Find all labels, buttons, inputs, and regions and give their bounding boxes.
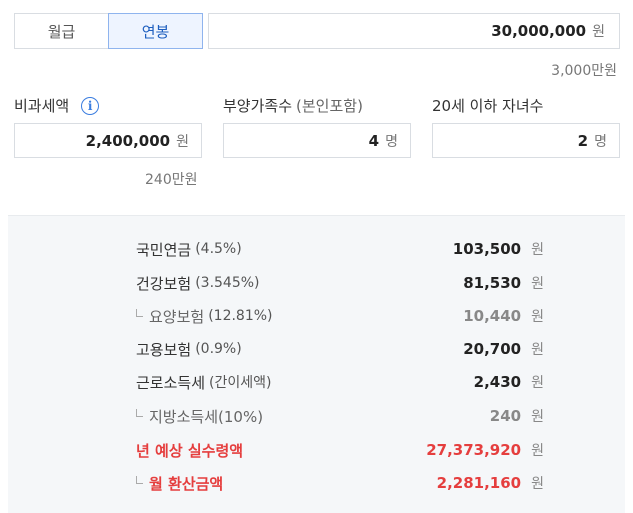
salary-value: 30,000,000 xyxy=(491,22,587,40)
dependents-label-paren: (본인포함) xyxy=(296,97,363,115)
result-row-monthly-net: 월 환산금액 2,281,160 원 xyxy=(136,472,544,494)
result-row-income-tax: 근로소득세 (간이세액) 2,430 원 xyxy=(136,371,544,393)
dependents-label-group: 부양가족수 (본인포함) xyxy=(223,95,363,116)
salary-mode-toggle: 월급 연봉 xyxy=(14,13,203,49)
result-row-longterm: 요양보험 (12.81%) 10,440 원 xyxy=(136,305,544,327)
health-rate: (3.545%) xyxy=(195,275,260,291)
annual-net-name: 년 예상 실수령액 xyxy=(136,441,244,460)
children-label: 20세 이하 자녀수 xyxy=(432,97,544,115)
employment-name: 고용보험 xyxy=(136,340,192,359)
employment-unit: 원 xyxy=(531,342,544,358)
annual-net-unit: 원 xyxy=(531,443,544,459)
income-tax-rate: (간이세액) xyxy=(209,375,272,391)
result-row-health: 건강보험 (3.545%) 81,530 원 xyxy=(136,272,544,294)
longterm-name: 요양보험 xyxy=(149,307,205,326)
monthly-net-name: 월 환산금액 xyxy=(149,474,224,493)
local-tax-name: 지방소득세(10%) xyxy=(149,407,264,426)
children-value: 2 xyxy=(577,131,589,150)
monthly-tab[interactable]: 월급 xyxy=(14,13,109,49)
employment-rate: (0.9%) xyxy=(195,341,242,357)
pension-name: 국민연금 xyxy=(136,240,192,259)
children-unit: 명 xyxy=(594,133,607,150)
result-row-pension: 국민연금 (4.5%) 103,500 원 xyxy=(136,238,544,260)
income-tax-unit: 원 xyxy=(531,375,544,391)
salary-hint: 3,000만원 xyxy=(551,63,617,79)
children-input[interactable]: 2 명 xyxy=(432,123,620,158)
branch-icon xyxy=(136,409,143,417)
annual-tab[interactable]: 연봉 xyxy=(108,13,203,49)
local-tax-amount: 240 xyxy=(489,407,522,425)
info-icon[interactable]: i xyxy=(81,96,100,115)
longterm-unit: 원 xyxy=(531,309,544,325)
employment-amount: 20,700 xyxy=(463,340,522,358)
monthly-net-amount: 2,281,160 xyxy=(436,474,522,492)
nontax-label: 비과세액 xyxy=(14,97,70,115)
dependents-value: 4 xyxy=(368,131,380,150)
dependents-label: 부양가족수 xyxy=(223,97,293,115)
longterm-rate: (12.81%) xyxy=(208,308,273,324)
nontax-hint: 240만원 xyxy=(145,172,198,188)
pension-amount: 103,500 xyxy=(452,240,522,258)
branch-icon xyxy=(136,476,143,484)
nontax-input[interactable]: 2,400,000 원 xyxy=(14,123,202,158)
children-label-group: 20세 이하 자녀수 xyxy=(432,95,543,116)
dependents-input[interactable]: 4 명 xyxy=(223,123,411,158)
result-row-employment: 고용보험 (0.9%) 20,700 원 xyxy=(136,338,544,360)
dependents-unit: 명 xyxy=(385,133,398,150)
health-name: 건강보험 xyxy=(136,274,192,293)
income-tax-name: 근로소득세 xyxy=(136,373,206,392)
health-amount: 81,530 xyxy=(463,274,522,292)
salary-input[interactable]: 30,000,000 원 xyxy=(208,13,620,49)
pension-rate: (4.5%) xyxy=(195,241,242,257)
annual-net-amount: 27,373,920 xyxy=(426,441,522,459)
monthly-net-unit: 원 xyxy=(531,476,544,492)
local-tax-unit: 원 xyxy=(531,409,544,425)
health-unit: 원 xyxy=(531,276,544,292)
result-row-annual-net: 년 예상 실수령액 27,373,920 원 xyxy=(136,439,544,461)
longterm-amount: 10,440 xyxy=(463,307,522,325)
pension-unit: 원 xyxy=(531,242,544,258)
income-tax-amount: 2,430 xyxy=(473,373,522,391)
salary-unit: 원 xyxy=(592,24,605,40)
branch-icon xyxy=(136,309,143,317)
nontax-label-group: 비과세액 i xyxy=(14,95,100,116)
result-row-local-tax: 지방소득세(10%) 240 원 xyxy=(136,405,544,427)
nontax-unit: 원 xyxy=(176,133,189,150)
nontax-value: 2,400,000 xyxy=(85,131,171,150)
